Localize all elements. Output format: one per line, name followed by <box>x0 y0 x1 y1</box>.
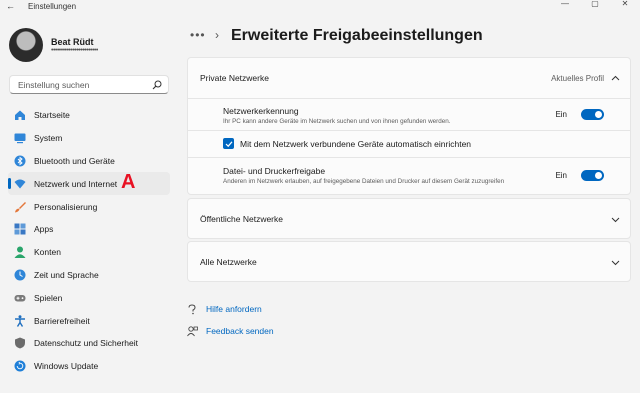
checkmark-icon <box>225 140 232 147</box>
network-discovery-desc: Ihr PC kann andere Geräte im Netzwerk su… <box>223 118 451 125</box>
wifi-icon <box>14 178 26 190</box>
all-networks-title: Alle Netzwerke <box>200 257 257 267</box>
sidebar-item-personalisierung[interactable]: Personalisierung <box>8 195 170 218</box>
network-discovery-title: Netzwerkerkennung <box>223 106 299 116</box>
current-profile-label: Aktuelles Profil <box>551 73 604 83</box>
apps-icon <box>14 223 26 235</box>
sidebar-item-label: Personalisierung <box>34 201 98 212</box>
sidebar-item-label: Barrierefreiheit <box>34 315 90 326</box>
avatar[interactable] <box>9 28 43 62</box>
search-placeholder: Einstellung suchen <box>18 79 90 90</box>
page-title: Erweiterte Freigabeeinstellungen <box>231 27 483 44</box>
sidebar-item-startseite[interactable]: Startseite <box>8 104 170 127</box>
network-discovery-toggle[interactable] <box>581 109 604 120</box>
file-printer-sharing-toggle[interactable] <box>581 170 604 181</box>
minimize-button[interactable]: — <box>550 0 580 12</box>
sidebar-item-datenschutz[interactable]: Datenschutz und Sicherheit <box>8 332 170 355</box>
title-bar: ← Einstellungen — ▢ ✕ <box>0 0 640 14</box>
sidebar-item-label: Windows Update <box>34 361 99 372</box>
sidebar-item-label: Spielen <box>34 292 63 303</box>
window-controls: — ▢ ✕ <box>550 0 640 12</box>
sidebar-item-label: Zeit und Sprache <box>34 269 99 280</box>
feedback-label: Feedback senden <box>206 326 274 336</box>
sidebar-item-label: System <box>34 133 63 144</box>
annotation-a: A <box>121 171 136 193</box>
sidebar-item-netzwerk[interactable]: Netzwerk und Internet <box>8 172 170 196</box>
sidebar-item-label: Netzwerk und Internet <box>34 178 118 189</box>
sidebar-item-windows-update[interactable]: Windows Update <box>8 355 170 378</box>
sidebar-item-konten[interactable]: Konten <box>8 241 170 264</box>
public-networks-header[interactable]: Öffentliche Netzwerke <box>188 199 630 239</box>
sidebar-item-system[interactable]: System <box>8 127 170 150</box>
user-name: Beat Rüdt <box>51 37 94 47</box>
close-button[interactable]: ✕ <box>610 0 640 12</box>
back-arrow-icon[interactable]: ← <box>6 1 15 11</box>
sidebar-item-label: Datenschutz und Sicherheit <box>34 338 138 349</box>
sidebar-item-barrierefreiheit[interactable]: Barrierefreiheit <box>8 309 170 332</box>
auto-setup-label: Mit dem Netzwerk verbundene Geräte autom… <box>240 139 472 149</box>
help-icon <box>188 303 196 314</box>
private-networks-title: Private Netzwerke <box>200 73 269 83</box>
file-printer-sharing-title: Datei- und Druckerfreigabe <box>223 166 326 176</box>
auto-setup-checkbox[interactable] <box>223 138 234 149</box>
private-networks-header[interactable]: Private Netzwerke Aktuelles Profil <box>188 58 630 98</box>
all-networks-card[interactable]: Alle Netzwerke <box>187 241 631 282</box>
sidebar-nav: Startseite System Bluetooth und Geräte N… <box>8 104 170 378</box>
update-icon <box>14 360 26 372</box>
bluetooth-icon <box>14 155 26 167</box>
globe-clock-icon <box>14 269 26 281</box>
sidebar-item-label: Konten <box>34 247 61 258</box>
sidebar-item-label: Bluetooth und Geräte <box>34 155 115 166</box>
home-icon <box>14 109 26 121</box>
auto-setup-row: Mit dem Netzwerk verbundene Geräte autom… <box>188 131 630 157</box>
maximize-button[interactable]: ▢ <box>580 0 610 12</box>
feedback-link[interactable]: Feedback senden <box>187 320 274 342</box>
feedback-icon <box>187 325 198 336</box>
chevron-up-icon[interactable] <box>611 74 620 83</box>
help-links: Hilfe anfordern Feedback senden <box>187 298 274 342</box>
file-printer-sharing-row: Datei- und Druckerfreigabe Anderen im Ne… <box>188 158 630 191</box>
person-icon <box>14 246 26 259</box>
public-networks-card[interactable]: Öffentliche Netzwerke <box>187 198 631 239</box>
network-discovery-row: Netzwerkerkennung Ihr PC kann andere Ger… <box>188 99 630 130</box>
gamepad-icon <box>14 292 26 304</box>
user-email: •••••••••••••••••••••••• <box>51 47 98 54</box>
sidebar-item-label: Startseite <box>34 110 70 121</box>
shield-icon <box>14 337 26 349</box>
file-printer-sharing-state: Ein <box>555 171 567 180</box>
search-input[interactable]: Einstellung suchen <box>9 75 169 94</box>
network-discovery-state: Ein <box>555 110 567 119</box>
chevron-right-icon: › <box>215 28 219 42</box>
sidebar-item-label: Apps <box>34 224 54 235</box>
public-networks-title: Öffentliche Netzwerke <box>200 214 283 224</box>
sidebar-item-apps[interactable]: Apps <box>8 218 170 241</box>
app-title: Einstellungen <box>28 2 77 11</box>
sidebar-item-bluetooth[interactable]: Bluetooth und Geräte <box>8 150 170 173</box>
more-breadcrumb-button[interactable]: ••• <box>190 28 206 42</box>
sidebar-item-spielen[interactable]: Spielen <box>8 286 170 309</box>
chevron-down-icon[interactable] <box>611 215 620 224</box>
chevron-down-icon[interactable] <box>611 258 620 267</box>
private-networks-card: Private Netzwerke Aktuelles Profil Netzw… <box>187 57 631 195</box>
monitor-icon <box>14 132 26 144</box>
get-help-label: Hilfe anfordern <box>206 304 262 314</box>
get-help-link[interactable]: Hilfe anfordern <box>187 298 274 320</box>
all-networks-header[interactable]: Alle Netzwerke <box>188 242 630 282</box>
accessibility-icon <box>14 314 26 327</box>
file-printer-sharing-desc: Anderen im Netzwerk erlauben, auf freige… <box>223 178 505 185</box>
search-icon[interactable] <box>152 80 162 90</box>
sidebar-item-zeit-und-sprache[interactable]: Zeit und Sprache <box>8 264 170 287</box>
brush-icon <box>14 201 26 213</box>
